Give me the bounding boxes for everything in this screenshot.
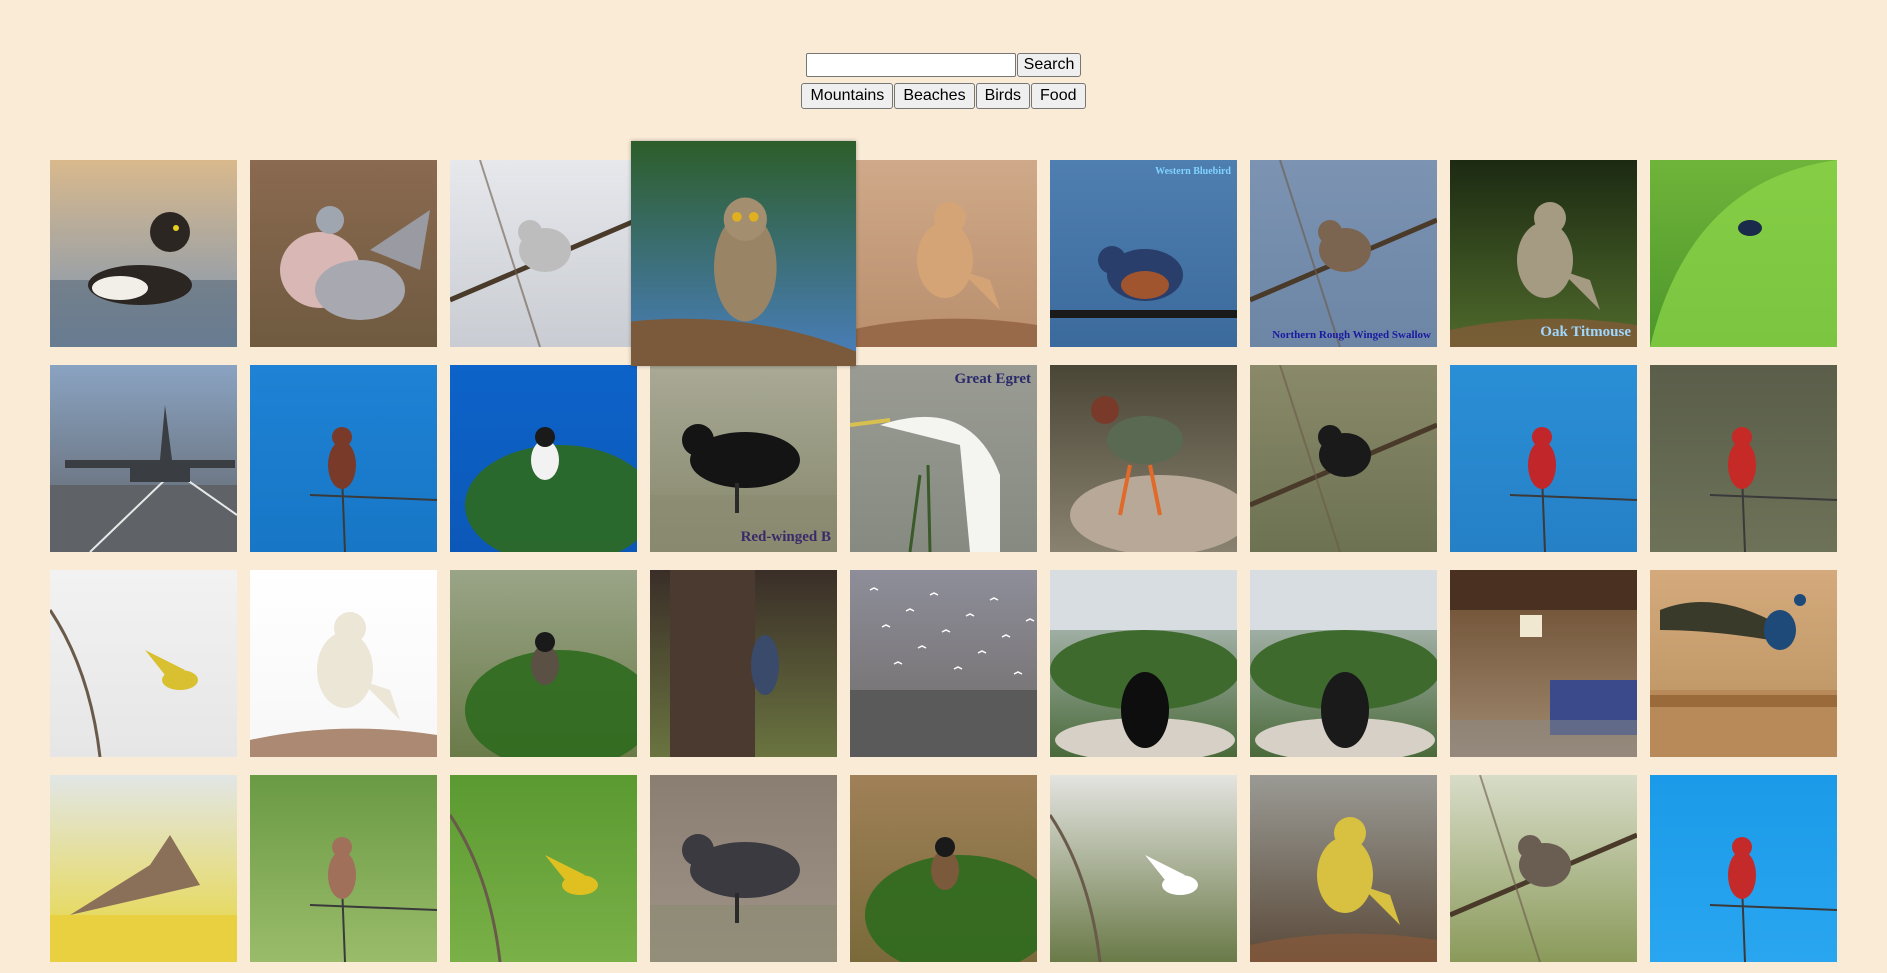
photo-magpie-feeder-1-image bbox=[1050, 570, 1237, 757]
photo-chat-acacia-image bbox=[450, 365, 637, 552]
photo-bird-vine[interactable] bbox=[1450, 775, 1637, 962]
photo-wood-pigeons[interactable] bbox=[250, 160, 437, 347]
photo-red-winged-blackbird[interactable]: Red-winged B bbox=[650, 365, 837, 552]
photo-quail-image bbox=[650, 775, 837, 962]
category-button-birds[interactable]: Birds bbox=[975, 83, 1031, 109]
photo-oak-titmouse-caption: Oak Titmouse bbox=[1540, 324, 1631, 340]
photo-chat-acacia[interactable] bbox=[450, 365, 637, 552]
photo-yellow-bird-flight[interactable] bbox=[50, 570, 237, 757]
photo-quail[interactable] bbox=[650, 775, 837, 962]
photo-grey-wagtail[interactable] bbox=[1250, 775, 1437, 962]
photo-warbler-gorse-image bbox=[50, 775, 237, 962]
photo-yellow-bird-flight-image bbox=[50, 570, 237, 757]
category-button-beaches[interactable]: Beaches bbox=[894, 83, 975, 109]
photo-magpie-feeder-1[interactable] bbox=[1050, 570, 1237, 757]
photo-great-egret[interactable]: Great Egret bbox=[850, 365, 1037, 552]
photo-grey-wagtail-image bbox=[1250, 775, 1437, 962]
photo-bird-vine-image bbox=[1450, 775, 1637, 962]
photo-cockatoo-image bbox=[250, 570, 437, 757]
photo-grid: Western Bluebird Northern Rough Winged Sw… bbox=[50, 141, 1837, 962]
photo-gulls-lake-image bbox=[850, 570, 1037, 757]
photo-oak-titmouse-image bbox=[1450, 160, 1637, 347]
photo-vermilion-blue-sky-2-image bbox=[1450, 365, 1637, 552]
photo-bird-twigs[interactable] bbox=[1250, 365, 1437, 552]
photo-red-winged-blackbird-caption: Red-winged B bbox=[740, 529, 831, 545]
photo-cargo-plane-image bbox=[50, 365, 237, 552]
photo-goldfinch-1-image bbox=[250, 775, 437, 962]
photo-warbler-gorse[interactable] bbox=[50, 775, 237, 962]
photo-cardinal-blue-sky-image bbox=[1650, 775, 1837, 962]
photo-cockatoo[interactable] bbox=[250, 570, 437, 757]
photo-green-heron[interactable] bbox=[1050, 365, 1237, 552]
photo-red-winged-blackbird-image bbox=[650, 365, 837, 552]
category-buttons: Mountains Beaches Birds Food bbox=[0, 83, 1887, 109]
photo-egret-flight[interactable] bbox=[1050, 775, 1237, 962]
photo-great-egret-image bbox=[850, 365, 1037, 552]
photo-western-bluebird-caption: Western Bluebird bbox=[1155, 166, 1231, 177]
category-button-food[interactable]: Food bbox=[1031, 83, 1086, 109]
photo-great-egret-caption: Great Egret bbox=[954, 371, 1031, 387]
photo-magpie-feeder-2-image bbox=[1250, 570, 1437, 757]
photo-cargo-plane[interactable] bbox=[50, 365, 237, 552]
photo-cardinal-blue-sky[interactable] bbox=[1650, 775, 1837, 962]
photo-sparrow-grass-image bbox=[850, 775, 1037, 962]
photo-beetle-leaf[interactable] bbox=[1650, 160, 1837, 347]
photo-vermilion-blur-image bbox=[1650, 365, 1837, 552]
photo-egret-flight-image bbox=[1050, 775, 1237, 962]
photo-rough-winged-swallow[interactable]: Northern Rough Winged Swallow bbox=[1250, 160, 1437, 347]
photo-goldfinch-1[interactable] bbox=[250, 775, 437, 962]
photo-beetle-leaf-image bbox=[1650, 160, 1837, 347]
photo-wood-pigeons-image bbox=[250, 160, 437, 347]
photo-western-bluebird[interactable]: Western Bluebird bbox=[1050, 160, 1237, 347]
photo-shrike-branches-image bbox=[450, 160, 637, 347]
photo-rough-winged-swallow-image bbox=[1250, 160, 1437, 347]
photo-woodpecker-trunk-image bbox=[650, 570, 837, 757]
photo-tufted-duck-image bbox=[50, 160, 237, 347]
photo-peacock-image bbox=[1650, 570, 1837, 757]
photo-bedroom[interactable] bbox=[1450, 570, 1637, 757]
photo-gulls-lake[interactable] bbox=[850, 570, 1037, 757]
photo-great-horned-owl-image bbox=[631, 141, 856, 366]
photo-tufted-duck[interactable] bbox=[50, 160, 237, 347]
photo-wheatear[interactable] bbox=[850, 160, 1037, 347]
photo-shrike-branches[interactable] bbox=[450, 160, 637, 347]
photo-vermilion-blue-sky-1[interactable] bbox=[250, 365, 437, 552]
photo-vermilion-blue-sky-1-image bbox=[250, 365, 437, 552]
search-input[interactable] bbox=[805, 53, 1016, 77]
photo-magpie-feeder-2[interactable] bbox=[1250, 570, 1437, 757]
photo-wheatear-image bbox=[850, 160, 1037, 347]
search-bar: Search bbox=[0, 53, 1887, 77]
photo-vermilion-blue-sky-2[interactable] bbox=[1450, 365, 1637, 552]
photo-bird-twigs-image bbox=[1250, 365, 1437, 552]
photo-oak-titmouse[interactable]: Oak Titmouse bbox=[1450, 160, 1637, 347]
photo-rough-winged-swallow-caption: Northern Rough Winged Swallow bbox=[1272, 329, 1431, 341]
photo-goldfinch-2[interactable] bbox=[450, 775, 637, 962]
photo-green-heron-image bbox=[1050, 365, 1237, 552]
photo-woodpecker-trunk[interactable] bbox=[650, 570, 837, 757]
photo-bird-pine-image bbox=[450, 570, 637, 757]
photo-sparrow-grass[interactable] bbox=[850, 775, 1037, 962]
photo-peacock[interactable] bbox=[1650, 570, 1837, 757]
photo-vermilion-blur[interactable] bbox=[1650, 365, 1837, 552]
photo-bedroom-image bbox=[1450, 570, 1637, 757]
photo-great-horned-owl[interactable] bbox=[631, 141, 856, 366]
photo-bird-pine[interactable] bbox=[450, 570, 637, 757]
category-button-mountains[interactable]: Mountains bbox=[801, 83, 894, 109]
photo-goldfinch-2-image bbox=[450, 775, 637, 962]
photo-western-bluebird-image bbox=[1050, 160, 1237, 347]
search-button[interactable]: Search bbox=[1016, 53, 1082, 77]
